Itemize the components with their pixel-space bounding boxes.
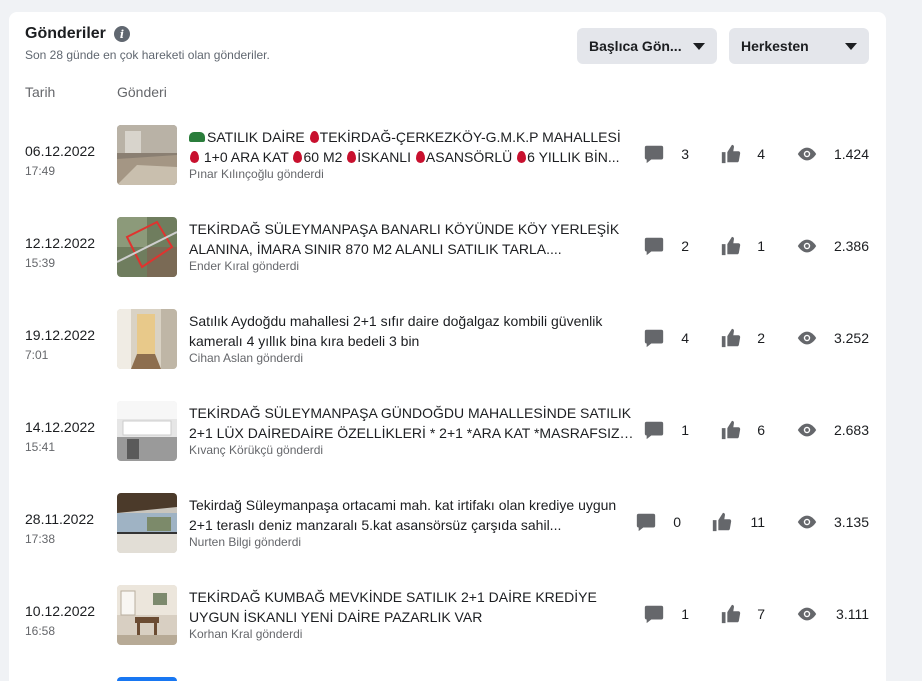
like-icon	[721, 236, 741, 256]
view-count: 3.135	[833, 514, 869, 530]
comment-count: 3	[681, 146, 689, 162]
like-count: 6	[757, 422, 765, 438]
post-text-part: 60 M2	[303, 149, 347, 165]
blood-drop-icon	[517, 151, 527, 163]
like-count: 2	[757, 330, 765, 346]
sort-dropdown-label: Başlıca Gön...	[589, 38, 682, 54]
view-count: 1.424	[833, 146, 869, 162]
post-date: 14.12.2022	[25, 419, 96, 435]
like-icon	[721, 144, 741, 164]
post-thumbnail[interactable]	[117, 677, 177, 681]
post-row[interactable]: 06.12.2022 17:49 SATILIK DAİRE TEKİRDAĞ-…	[9, 125, 886, 217]
view-count: 3.111	[836, 606, 869, 622]
post-time: 15:39	[25, 256, 56, 270]
comment-count: 1	[681, 422, 689, 438]
like-count: 4	[757, 146, 765, 162]
eye-icon	[797, 515, 817, 529]
comment-icon	[644, 329, 664, 348]
info-icon[interactable]: i	[114, 26, 130, 42]
eye-icon	[797, 423, 817, 437]
view-count: 2.683	[833, 422, 869, 438]
card-subtitle: Son 28 günde en çok hareketi olan gönder…	[25, 48, 270, 62]
post-text[interactable]: Tekirdağ Süleymanpaşa ortacami mah. kat …	[189, 495, 635, 535]
eye-icon	[797, 331, 817, 345]
caret-down-icon	[693, 42, 705, 50]
eye-icon	[797, 239, 817, 253]
post-thumbnail[interactable]	[117, 309, 177, 369]
like-icon	[721, 604, 741, 624]
post-time: 15:41	[25, 440, 56, 454]
caret-down-icon	[845, 42, 857, 50]
post-time: 17:38	[25, 532, 56, 546]
post-author: Ender Kıral gönderdi	[189, 259, 300, 273]
like-icon	[712, 512, 732, 532]
sort-dropdown[interactable]: Başlıca Gön...	[577, 28, 717, 64]
audience-dropdown-label: Herkesten	[741, 38, 809, 54]
blood-drop-icon	[347, 151, 357, 163]
post-text[interactable]: SATILIK DAİRE TEKİRDAĞ-ÇERKEZKÖY-G.M.K.P…	[189, 127, 635, 167]
like-count: 7	[757, 606, 765, 622]
post-text-part: TEKİRDAĞ-ÇERKEZKÖY-G.M.K.P MAHALLESİ	[319, 129, 621, 145]
comment-icon	[644, 237, 664, 256]
comment-count: 1	[681, 606, 689, 622]
column-header-post: Gönderi	[117, 84, 167, 100]
post-row[interactable]: 28.11.2022 17:38 Tekirdağ Süleymanpaşa o…	[9, 493, 886, 585]
comment-icon	[644, 145, 664, 164]
eye-icon	[797, 147, 817, 161]
post-date: 12.12.2022	[25, 235, 96, 251]
eye-icon	[797, 607, 817, 621]
comment-icon	[644, 605, 664, 624]
comment-icon	[644, 421, 664, 440]
comment-count: 4	[681, 330, 689, 346]
post-time: 17:49	[25, 164, 56, 178]
like-icon	[721, 420, 741, 440]
posts-card: Gönderiler i Son 28 günde en çok hareket…	[9, 12, 886, 681]
post-thumbnail[interactable]	[117, 585, 177, 645]
comment-icon	[636, 513, 656, 532]
post-author: Korhan Kral gönderdi	[189, 627, 303, 641]
post-date: 10.12.2022	[25, 603, 96, 619]
post-row[interactable]: 19.12.2022 7:01 Satılık Aydoğdu mahalles…	[9, 309, 886, 401]
post-text[interactable]: TEKİRDAĞ KUMBAĞ MEVKİNDE SATILIK 2+1 DAİ…	[189, 587, 635, 627]
post-row[interactable]: 14.12.2022 15:41 TEKİRDAĞ SÜLEYMANPAŞA G…	[9, 401, 886, 493]
post-time: 16:58	[25, 624, 56, 638]
post-text[interactable]: TEKİRDAĞ SÜLEYMANPAŞA BANARLI KÖYÜNDE KÖ…	[189, 219, 635, 259]
post-author: Kıvanç Körükçü gönderdi	[189, 443, 324, 457]
post-date: 28.11.2022	[25, 511, 95, 527]
post-text[interactable]: Satılık Aydoğdu mahallesi 2+1 sıfır dair…	[189, 311, 635, 351]
blood-drop-icon	[190, 151, 199, 163]
like-icon	[721, 328, 741, 348]
post-date: 19.12.2022	[25, 327, 96, 343]
post-author: Pınar Kılınçoğlu gönderdi	[189, 167, 324, 181]
column-header-date: Tarih	[25, 84, 56, 100]
card-title: Gönderiler	[25, 25, 106, 42]
blood-drop-icon	[309, 131, 319, 143]
post-author: Cihan Aslan gönderdi	[189, 351, 304, 365]
comment-count: 2	[681, 238, 689, 254]
blood-drop-icon	[293, 151, 303, 163]
post-thumbnail[interactable]	[117, 401, 177, 461]
post-row[interactable]: 10.12.2022 16:58 TEKİRDAĞ KUMBAĞ MEVKİND…	[9, 585, 886, 677]
post-text-part: 6 YILLIK BİN...	[527, 149, 620, 165]
like-count: 11	[750, 514, 765, 530]
post-text-part: ASANSÖRLÜ	[425, 149, 517, 165]
audience-dropdown[interactable]: Herkesten	[729, 28, 869, 64]
post-thumbnail[interactable]	[117, 217, 177, 277]
post-date: 06.12.2022	[25, 143, 96, 159]
post-text-part: SATILIK DAİRE	[207, 129, 309, 145]
post-thumbnail[interactable]	[117, 125, 177, 185]
post-text-part: İSKANLI	[357, 149, 415, 165]
post-text-part: 1+0 ARA KAT	[203, 149, 293, 165]
blood-drop-icon	[415, 151, 425, 163]
view-count: 2.386	[833, 238, 869, 254]
post-text[interactable]: TEKİRDAĞ SÜLEYMANPAŞA GÜNDOĞDU MAHALLESİ…	[189, 403, 635, 443]
post-row[interactable]: 12.12.2022 15:39 TEKİRDAĞ SÜLEYMANPAŞA B…	[9, 217, 886, 309]
post-time: 7:01	[25, 348, 49, 362]
like-count: 1	[757, 238, 765, 254]
car-emoji-icon	[189, 132, 205, 142]
comment-count: 0	[673, 514, 681, 530]
view-count: 3.252	[833, 330, 869, 346]
post-author: Nurten Bilgi gönderdi	[189, 535, 302, 549]
post-thumbnail[interactable]	[117, 493, 177, 553]
